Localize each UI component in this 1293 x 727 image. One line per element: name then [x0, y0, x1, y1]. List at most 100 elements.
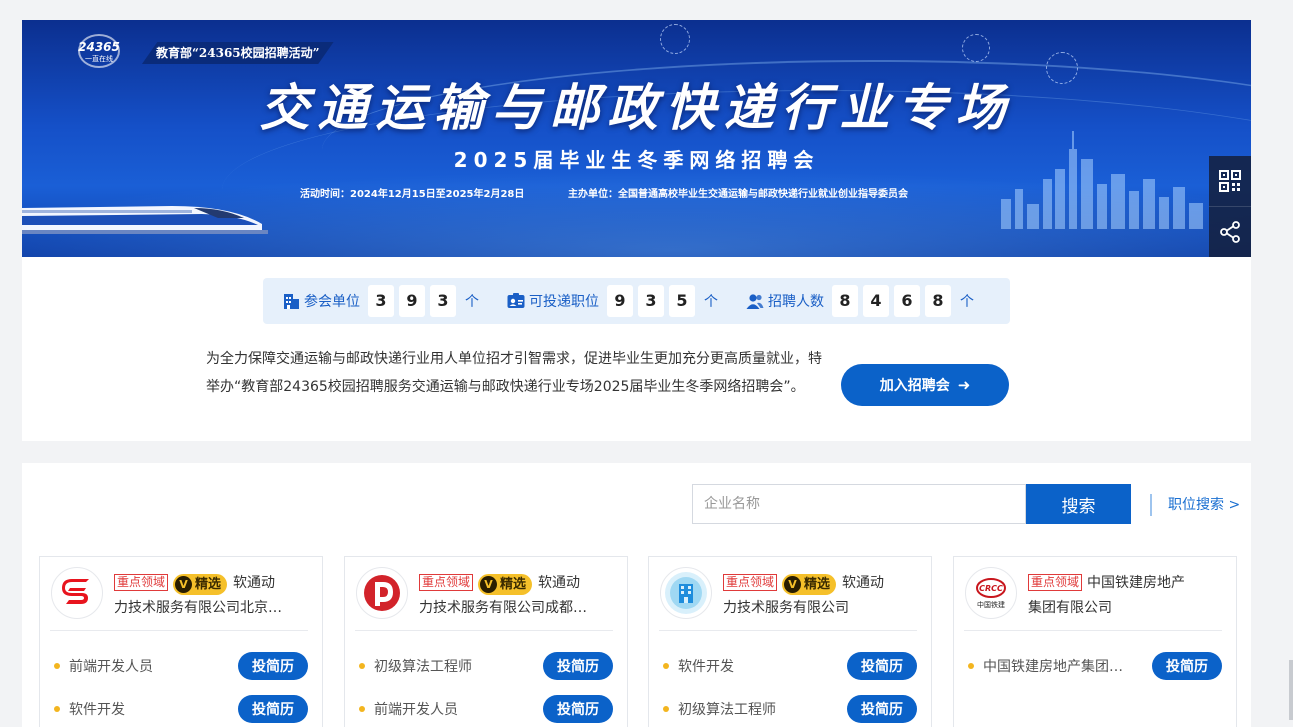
- key-sector-badge: 重点领域: [723, 574, 778, 591]
- job-title[interactable]: 初级算法工程师: [678, 699, 839, 719]
- share-button[interactable]: [1209, 206, 1251, 256]
- job-row: 初级算法工程师 投简历: [359, 652, 613, 680]
- job-title[interactable]: 前端开发人员: [374, 699, 535, 719]
- company-card[interactable]: 重点领域 V 精选 软通动 力技术服务有限公司成都… 初级算法工程师 投简历 前端开发…: [344, 556, 628, 727]
- company-header: 重点领域 V 精选 软通动 力技术服务有限公司成都…: [419, 571, 619, 621]
- company-card[interactable]: 重点领域 V 精选 软通动 力技术服务有限公司北京… 前端开发人员 投简历 软件开发 …: [39, 556, 323, 727]
- company-name[interactable]: 软通动: [538, 575, 580, 591]
- bullet-icon: [663, 663, 669, 669]
- join-fair-button[interactable]: 加入招聘会 ➜: [841, 364, 1009, 406]
- v-icon: V: [480, 576, 498, 593]
- apply-button[interactable]: 投简历: [847, 652, 917, 680]
- stats-bar: 参会单位 3 9 3 个 可投递职位 9 3 5 个 招聘人数 8 4 6 8 …: [263, 278, 1010, 324]
- stat-label: 招聘人数: [768, 294, 824, 310]
- activity-time: 活动时间：2024年12月15日至2025年2月28日: [300, 189, 525, 200]
- job-title[interactable]: 前端开发人员: [69, 656, 230, 676]
- stat-digit: 6: [894, 285, 920, 317]
- featured-badge: V 精选: [478, 574, 533, 595]
- divider: [50, 630, 308, 631]
- company-name[interactable]: 中国铁建房地产: [1087, 575, 1185, 591]
- key-sector-badge: 重点领域: [1028, 574, 1083, 591]
- company-logo: [660, 567, 712, 619]
- job-title[interactable]: 中国铁建房地产集团…: [983, 656, 1144, 676]
- bullet-icon: [663, 706, 669, 712]
- apply-button[interactable]: 投简历: [543, 695, 613, 723]
- intro-text: 为全力保障交通运输与邮政快递行业用人单位招才引智需求，促进毕业生更加充分更高质量…: [206, 351, 822, 395]
- company-logo: [356, 567, 408, 619]
- company-name[interactable]: 力技术服务有限公司北京…: [114, 596, 314, 621]
- stat-digit: 3: [430, 285, 456, 317]
- apply-button[interactable]: 投简历: [543, 652, 613, 680]
- v-icon: V: [175, 576, 193, 593]
- job-row: 软件开发 投简历: [663, 652, 917, 680]
- search-button[interactable]: 搜索: [1026, 484, 1131, 524]
- company-name[interactable]: 软通动: [842, 575, 884, 591]
- side-toolbar: [1209, 156, 1251, 257]
- svg-text:CRCC: CRCC: [979, 584, 1003, 593]
- key-sector-badge: 重点领域: [419, 574, 474, 591]
- company-name[interactable]: 力技术服务有限公司: [723, 596, 923, 621]
- stat-hires: 招聘人数 8 4 6 8 个: [746, 285, 974, 317]
- company-name[interactable]: 力技术服务有限公司成都…: [419, 596, 619, 621]
- company-card[interactable]: 重点领域 V 精选 软通动 力技术服务有限公司 软件开发 投简历 初级算法工程师 投简…: [648, 556, 932, 727]
- apply-button[interactable]: 投简历: [1152, 652, 1222, 680]
- city-skyline-illustration: [1001, 131, 1203, 229]
- company-name[interactable]: 集团有限公司: [1028, 596, 1228, 621]
- job-search-link[interactable]: 职位搜索 >: [1150, 494, 1240, 516]
- stat-unit: 个: [960, 294, 974, 310]
- stat-digit: 8: [925, 285, 951, 317]
- company-name[interactable]: 软通动: [233, 575, 275, 591]
- bullet-icon: [968, 663, 974, 669]
- company-header: 重点领域 V 精选 软通动 力技术服务有限公司: [723, 571, 923, 621]
- building-icon: [284, 293, 299, 309]
- stat-companies: 参会单位 3 9 3 个: [283, 285, 479, 317]
- svg-text:中国铁建: 中国铁建: [977, 600, 1005, 609]
- company-logo: CRCC 中国铁建: [965, 567, 1017, 619]
- stat-digit: 8: [832, 285, 858, 317]
- stat-label: 参会单位: [304, 294, 360, 310]
- id-card-icon: [507, 293, 525, 308]
- job-row: 中国铁建房地产集团… 投简历: [968, 652, 1222, 680]
- apply-button[interactable]: 投简历: [238, 652, 308, 680]
- stat-digit: 3: [638, 285, 664, 317]
- host-organization: 主办单位：全国普通高校毕业生交通运输与邮政快递行业就业创业指导委员会: [568, 189, 908, 200]
- qrcode-icon: [1219, 170, 1241, 192]
- train-illustration: [22, 206, 268, 234]
- company-card[interactable]: CRCC 中国铁建 重点领域 中国铁建房地产 集团有限公司 中国铁建房地产集团… …: [953, 556, 1237, 727]
- apply-button[interactable]: 投简历: [238, 695, 308, 723]
- company-logo: [51, 567, 103, 619]
- stat-digit: 9: [607, 285, 633, 317]
- bullet-icon: [359, 663, 365, 669]
- v-icon: V: [784, 576, 802, 593]
- firework-decoration: [962, 34, 990, 62]
- share-icon: [1220, 220, 1240, 243]
- people-icon: [746, 293, 764, 309]
- qrcode-button[interactable]: [1209, 156, 1251, 206]
- job-row: 软件开发 投简历: [54, 695, 308, 723]
- featured-badge: V 精选: [782, 574, 837, 595]
- bullet-icon: [54, 663, 60, 669]
- arrow-right-icon: ➜: [957, 376, 971, 394]
- job-title[interactable]: 软件开发: [69, 699, 230, 719]
- company-header: 重点领域 V 精选 软通动 力技术服务有限公司北京…: [114, 571, 314, 621]
- company-header: 重点领域 中国铁建房地产 集团有限公司: [1028, 571, 1228, 621]
- featured-badge: V 精选: [173, 574, 228, 595]
- job-title[interactable]: 初级算法工程师: [374, 656, 535, 676]
- job-row: 初级算法工程师 投简历: [663, 695, 917, 723]
- ministry-tag: 教育部“24365校园招聘活动”: [142, 42, 334, 64]
- firework-decoration: [660, 24, 690, 54]
- divider: [659, 630, 917, 631]
- key-sector-badge: 重点领域: [114, 574, 169, 591]
- divider: [355, 630, 613, 631]
- company-search-input[interactable]: [692, 484, 1026, 524]
- job-row: 前端开发人员 投简历: [359, 695, 613, 723]
- job-row: 前端开发人员 投简历: [54, 652, 308, 680]
- job-title[interactable]: 软件开发: [678, 656, 839, 676]
- apply-button[interactable]: 投简历: [847, 695, 917, 723]
- fair-intro-panel: 参会单位 3 9 3 个 可投递职位 9 3 5 个 招聘人数 8 4 6 8 …: [22, 257, 1251, 441]
- scrollbar-thumb[interactable]: [1289, 660, 1293, 720]
- stat-label: 可投递职位: [529, 294, 599, 310]
- divider: [964, 630, 1222, 631]
- stat-digit: 5: [669, 285, 695, 317]
- stat-digit: 4: [863, 285, 889, 317]
